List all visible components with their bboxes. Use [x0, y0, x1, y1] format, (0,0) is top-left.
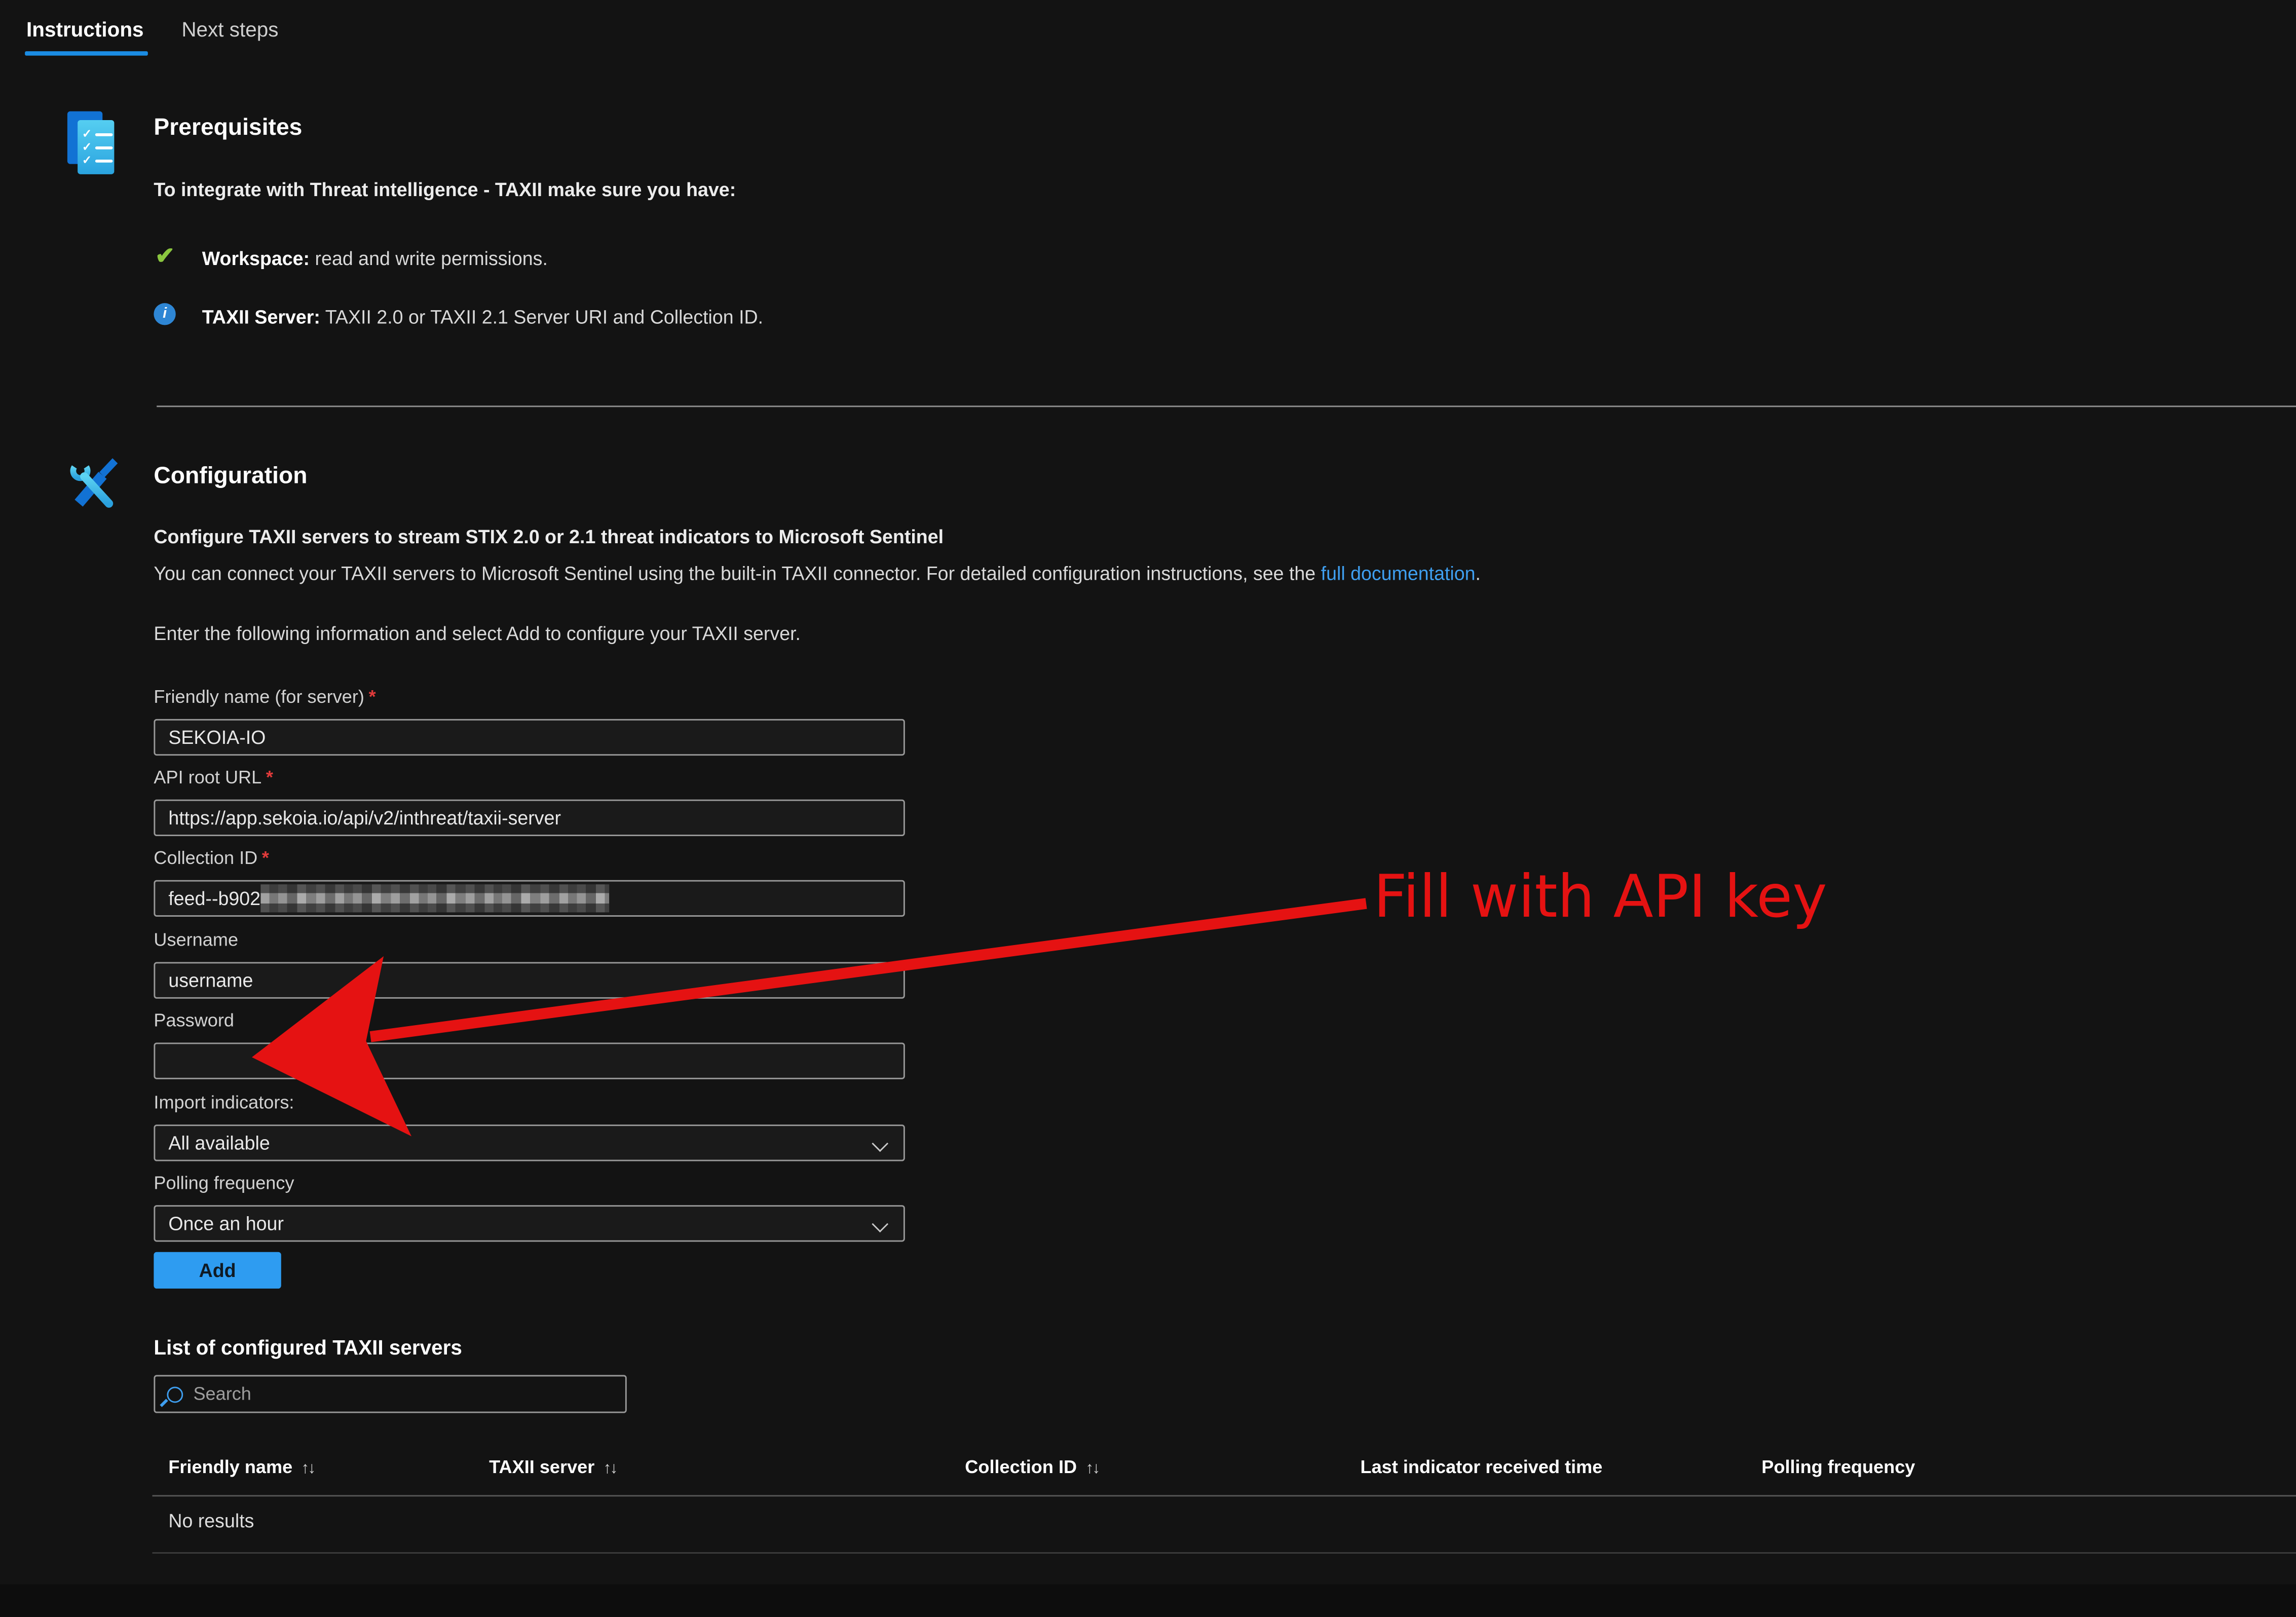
polling-frequency-select[interactable]: Once an hour [154, 1205, 905, 1242]
bottom-band [0, 1585, 2296, 1617]
column-header-collection-id[interactable]: Collection ID↑↓ [965, 1457, 1099, 1477]
check-icon: ✔ [155, 242, 175, 271]
taxii-connector-page: Instructions Next steps ✓ ✓ ✓ Prerequisi… [0, 0, 2296, 1616]
username-label: Username [154, 930, 238, 950]
column-header-polling-frequency: Polling frequency [1761, 1457, 1915, 1477]
sort-icon: ↑↓ [1085, 1460, 1099, 1478]
column-header-taxii-server[interactable]: TAXII server↑↓ [489, 1457, 616, 1477]
api-root-url-label: API root URL* [154, 767, 273, 787]
full-documentation-link[interactable]: full documentation [1321, 562, 1476, 584]
prerequisite-item-taxii-server: TAXII Server: TAXII 2.0 or TAXII 2.1 Ser… [202, 306, 763, 328]
chevron-down-icon [872, 1136, 888, 1152]
section-divider [157, 405, 2296, 407]
sort-icon: ↑↓ [302, 1460, 315, 1478]
password-input[interactable] [154, 1042, 905, 1079]
search-input[interactable]: Search [154, 1375, 626, 1413]
empty-table-message: No results [168, 1510, 254, 1531]
prerequisites-heading: Prerequisites [154, 116, 302, 142]
active-tab-underline [25, 51, 148, 55]
collection-id-input[interactable]: feed--b902 [154, 880, 905, 917]
required-asterisk: * [262, 848, 269, 868]
tab-instructions[interactable]: Instructions [26, 18, 144, 41]
sort-icon: ↑↓ [604, 1460, 617, 1478]
info-icon: i [154, 303, 175, 325]
friendly-name-input[interactable] [154, 719, 905, 756]
polling-frequency-label: Polling frequency [154, 1173, 294, 1193]
configuration-heading: Configuration [154, 464, 307, 491]
prerequisites-checklist-icon: ✓ ✓ ✓ [67, 111, 117, 176]
table-header-divider [153, 1495, 2296, 1496]
api-root-url-input[interactable] [154, 800, 905, 836]
redacted-value-blur [260, 884, 609, 912]
chevron-down-icon [872, 1216, 888, 1232]
username-input[interactable] [154, 962, 905, 999]
column-header-friendly-name[interactable]: Friendly name↑↓ [168, 1457, 314, 1477]
collection-id-label: Collection ID* [154, 848, 269, 868]
search-placeholder: Search [193, 1384, 251, 1404]
friendly-name-label: Friendly name (for server)* [154, 687, 375, 707]
configuration-tools-icon [64, 456, 120, 520]
configuration-instruction: Enter the following information and sele… [154, 622, 801, 644]
tab-next-steps[interactable]: Next steps [181, 18, 278, 41]
search-icon [167, 1386, 183, 1402]
prerequisites-intro: To integrate with Threat intelligence - … [154, 179, 736, 201]
server-list-heading: List of configured TAXII servers [154, 1335, 462, 1359]
annotation-fill-with-api-key: Fill with API key [1374, 864, 1827, 931]
password-label: Password [154, 1010, 234, 1031]
configuration-body: You can connect your TAXII servers to Mi… [154, 562, 1481, 584]
prerequisite-item-workspace: Workspace: read and write permissions. [202, 247, 548, 269]
column-header-last-indicator-received-time: Last indicator received time [1361, 1457, 1603, 1477]
required-asterisk: * [369, 687, 376, 707]
required-asterisk: * [266, 767, 273, 787]
import-indicators-label: Import indicators: [154, 1093, 294, 1113]
table-row-divider [153, 1552, 2296, 1554]
configuration-subtitle: Configure TAXII servers to stream STIX 2… [154, 525, 944, 547]
add-button[interactable]: Add [154, 1252, 281, 1289]
import-indicators-select[interactable]: All available [154, 1124, 905, 1161]
